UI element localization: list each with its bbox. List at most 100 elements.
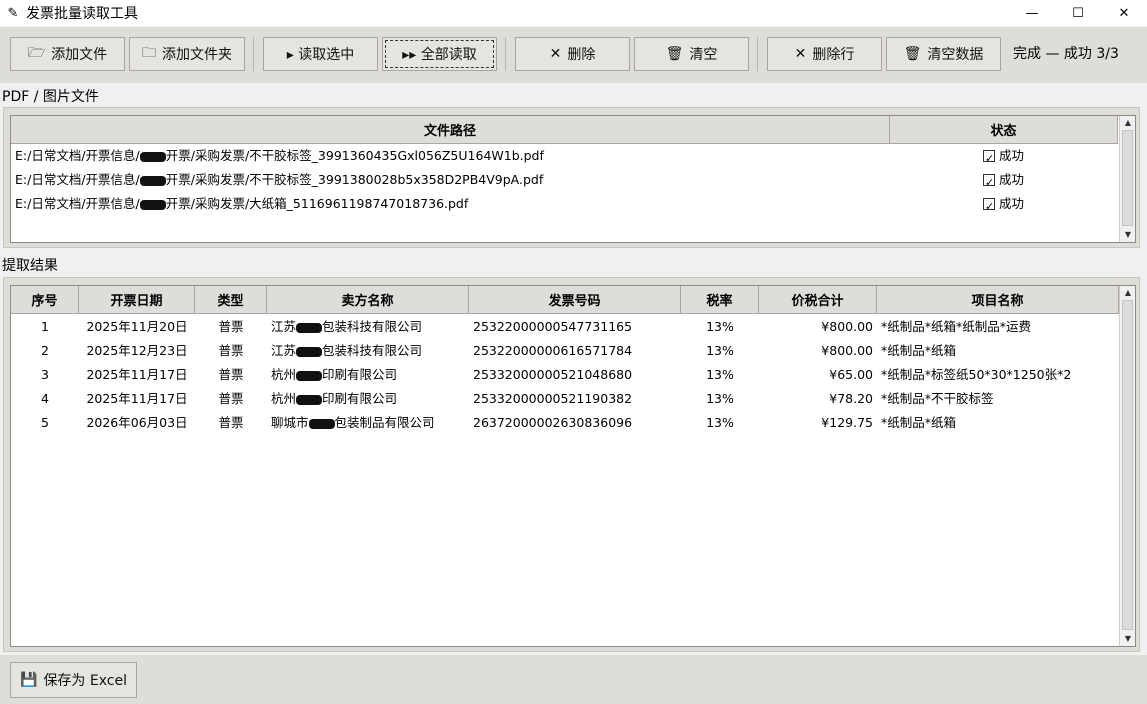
redaction-mark bbox=[296, 322, 323, 333]
scroll-thumb[interactable] bbox=[1122, 130, 1133, 226]
save-icon: 💾 bbox=[20, 672, 38, 688]
add-folder-button[interactable]: 🗀 添加文件夹 bbox=[129, 37, 245, 71]
title-bar: ✎ 发票批量读取工具 — ☐ ✕ bbox=[0, 0, 1147, 26]
cell-seller: 杭州 印刷有限公司 bbox=[271, 391, 398, 406]
cell-type: 普票 bbox=[218, 343, 244, 358]
cell-tax-rate: 13% bbox=[706, 415, 734, 430]
cell-date: 2025年11月20日 bbox=[86, 319, 188, 334]
cell-invoice-no: 25322000000547731165 bbox=[473, 319, 633, 334]
scroll-down-icon[interactable]: ▼ bbox=[1120, 228, 1136, 242]
results-scrollbar[interactable]: ▲ ▼ bbox=[1119, 286, 1135, 646]
scroll-thumb[interactable] bbox=[1122, 300, 1133, 630]
checkbox-checked-icon bbox=[983, 195, 995, 216]
files-list[interactable]: 文件路径 状态 E:/日常文档/开票信息/开票/采购发票/不干胶标签_39913… bbox=[10, 115, 1136, 243]
results-table[interactable]: 序号 开票日期 类型 卖方名称 发票号码 税率 价税合计 项目名称 1 2025… bbox=[10, 285, 1136, 647]
folder-icon: 🗀 bbox=[142, 45, 156, 61]
toolbar-divider bbox=[253, 37, 254, 71]
close-icon[interactable]: ✕ bbox=[1101, 0, 1147, 26]
cell-invoice-no: 25332000000521048680 bbox=[473, 367, 633, 382]
cell-invoice-no: 25332000000521190382 bbox=[473, 391, 633, 406]
cell-type: 普票 bbox=[218, 415, 244, 430]
files-scrollbar[interactable]: ▲ ▼ bbox=[1119, 116, 1135, 242]
file-path: E:/日常文档/开票信息/开票/采购发票/不干胶标签_3991380028b5x… bbox=[15, 172, 544, 187]
cell-no: 5 bbox=[41, 415, 49, 430]
cell-no: 1 bbox=[41, 319, 49, 334]
cell-invoice-no: 25322000000616571784 bbox=[473, 343, 633, 358]
cell-seller: 杭州 印刷有限公司 bbox=[271, 367, 398, 382]
delete-row-button[interactable]: ✕ 删除行 bbox=[767, 37, 882, 71]
toolbar-divider bbox=[757, 37, 758, 71]
cell-type: 普票 bbox=[218, 391, 244, 406]
checkbox-checked-icon bbox=[983, 171, 995, 192]
cell-date: 2025年11月17日 bbox=[86, 391, 188, 406]
cell-tax-rate: 13% bbox=[706, 367, 734, 382]
redaction-mark bbox=[296, 370, 323, 381]
cell-no: 2 bbox=[41, 343, 49, 358]
file-path: E:/日常文档/开票信息/开票/采购发票/不干胶标签_3991360435Gxl… bbox=[15, 148, 544, 163]
scroll-up-icon[interactable]: ▲ bbox=[1120, 116, 1136, 130]
feather-icon: ✎ bbox=[7, 5, 19, 21]
cell-date: 2025年12月23日 bbox=[86, 343, 188, 358]
clear-button[interactable]: 🗑 清空 bbox=[634, 37, 749, 71]
cell-item: *纸制品*纸箱 bbox=[881, 343, 957, 358]
trash-icon: 🗑 bbox=[665, 46, 684, 62]
bottom-bar: 💾 保存为 Excel bbox=[0, 655, 1147, 704]
toolbar-divider bbox=[505, 37, 506, 71]
read-selected-button[interactable]: ▸ 读取选中 bbox=[263, 37, 378, 71]
column-header-seller[interactable]: 卖方名称 bbox=[267, 286, 469, 314]
cell-no: 3 bbox=[41, 367, 49, 382]
cell-total: ¥800.00 bbox=[821, 343, 873, 358]
cell-date: 2026年06月03日 bbox=[86, 415, 188, 430]
column-header-invoice-no[interactable]: 发票号码 bbox=[469, 286, 681, 314]
cell-tax-rate: 13% bbox=[706, 319, 734, 334]
column-header-no[interactable]: 序号 bbox=[11, 286, 79, 314]
cell-seller: 江苏 包装科技有限公司 bbox=[271, 319, 423, 334]
maximize-icon[interactable]: ☐ bbox=[1055, 0, 1101, 26]
checkbox-checked-icon bbox=[983, 147, 995, 168]
status-text: 完成 — 成功 3/3 bbox=[1013, 46, 1119, 62]
scroll-up-icon[interactable]: ▲ bbox=[1120, 286, 1136, 300]
file-path: E:/日常文档/开票信息/开票/采购发票/大纸箱_511696119874701… bbox=[15, 196, 469, 211]
delete-button[interactable]: ✕ 删除 bbox=[515, 37, 630, 71]
read-all-button[interactable]: ▸▸ 全部读取 bbox=[382, 37, 497, 71]
file-status: 成功 bbox=[983, 168, 1083, 192]
cell-no: 4 bbox=[41, 391, 49, 406]
save-excel-button[interactable]: 💾 保存为 Excel bbox=[10, 662, 137, 698]
cell-date: 2025年11月17日 bbox=[86, 367, 188, 382]
add-file-button[interactable]: 🗁 添加文件 bbox=[10, 37, 125, 71]
cell-total: ¥129.75 bbox=[821, 415, 873, 430]
files-section-label: PDF / 图片文件 bbox=[2, 89, 99, 105]
cell-total: ¥800.00 bbox=[821, 319, 873, 334]
column-header-tax-rate[interactable]: 税率 bbox=[681, 286, 759, 314]
column-header-item[interactable]: 项目名称 bbox=[877, 286, 1119, 314]
results-section-label: 提取结果 bbox=[2, 258, 58, 274]
column-header-type[interactable]: 类型 bbox=[195, 286, 267, 314]
redaction-mark bbox=[139, 175, 166, 186]
redaction-mark bbox=[308, 418, 335, 429]
column-header-status[interactable]: 状态 bbox=[890, 116, 1118, 144]
cell-type: 普票 bbox=[218, 319, 244, 334]
redaction-mark bbox=[296, 346, 323, 357]
column-header-date[interactable]: 开票日期 bbox=[79, 286, 195, 314]
cell-total: ¥78.20 bbox=[829, 391, 873, 406]
cell-tax-rate: 13% bbox=[706, 343, 734, 358]
file-status: 成功 bbox=[983, 144, 1083, 168]
window-title: 发票批量读取工具 bbox=[26, 6, 138, 22]
cell-item: *纸制品*标签纸50*30*1250张*2 bbox=[881, 367, 1072, 382]
cell-tax-rate: 13% bbox=[706, 391, 734, 406]
cell-total: ¥65.00 bbox=[829, 367, 873, 382]
results-frame: 序号 开票日期 类型 卖方名称 发票号码 税率 价税合计 项目名称 1 2025… bbox=[3, 277, 1140, 652]
clear-data-button[interactable]: 🗑 清空数据 bbox=[886, 37, 1001, 71]
cell-item: *纸制品*纸箱*纸制品*运费 bbox=[881, 319, 1032, 334]
redaction-mark bbox=[296, 394, 323, 405]
folder-open-icon: 🗁 bbox=[27, 45, 46, 61]
column-header-path[interactable]: 文件路径 bbox=[11, 116, 890, 144]
cell-seller: 聊城市 包装制品有限公司 bbox=[271, 415, 435, 430]
column-header-total[interactable]: 价税合计 bbox=[759, 286, 877, 314]
trash-icon: 🗑 bbox=[903, 46, 922, 62]
toolbar: 🗁 添加文件 🗀 添加文件夹 ▸ 读取选中 ▸▸ 全部读取 ✕ 删除 🗑 清空 … bbox=[0, 27, 1147, 83]
x-icon: ✕ bbox=[549, 46, 562, 62]
scroll-down-icon[interactable]: ▼ bbox=[1120, 632, 1136, 646]
cell-item: *纸制品*纸箱 bbox=[881, 415, 957, 430]
minimize-icon[interactable]: — bbox=[1009, 0, 1055, 26]
